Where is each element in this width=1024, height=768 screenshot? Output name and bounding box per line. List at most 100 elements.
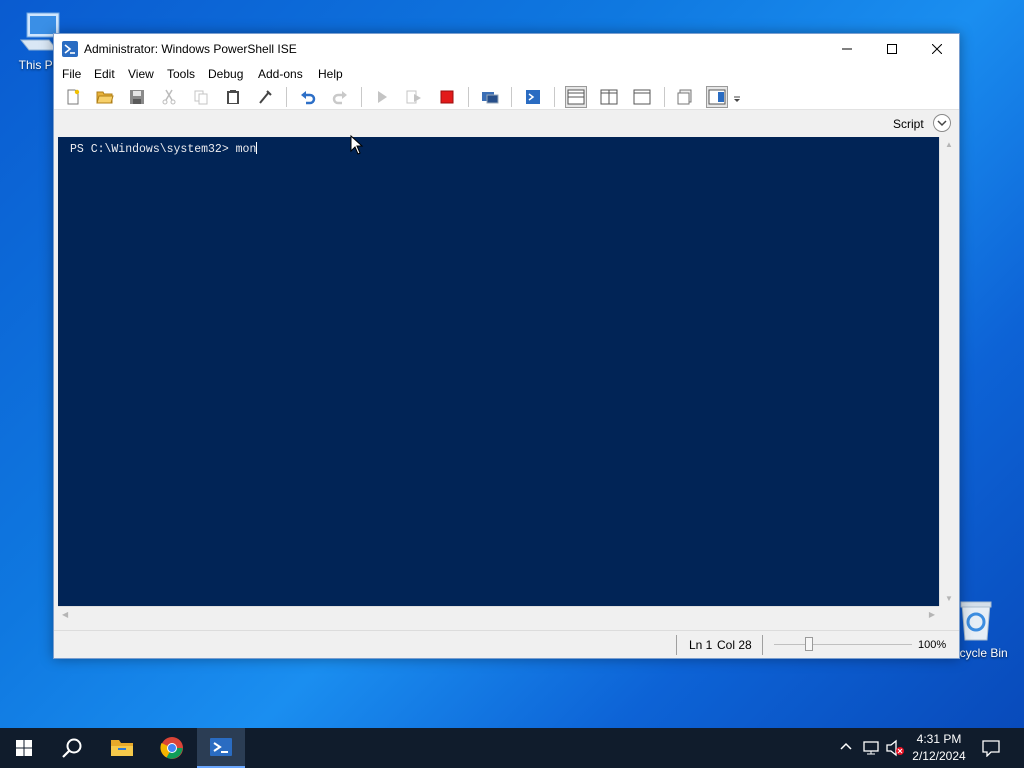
show-command-window-icon	[677, 89, 692, 105]
show-command-window-button[interactable]	[674, 86, 696, 108]
zoom-slider[interactable]	[774, 644, 912, 645]
file-explorer-button[interactable]	[98, 728, 146, 768]
network-button[interactable]	[862, 739, 880, 760]
clear-console-icon	[259, 90, 272, 104]
network-icon	[863, 741, 879, 755]
redo-icon	[332, 91, 347, 105]
stop-operation-icon	[440, 90, 454, 104]
volume-muted-icon	[886, 739, 904, 757]
text-caret	[256, 142, 258, 154]
run-selection-button[interactable]	[403, 86, 425, 108]
close-button[interactable]	[914, 34, 960, 64]
copy-button[interactable]	[190, 86, 212, 108]
toolbar-separator	[554, 87, 555, 107]
show-script-pane-maximized-button[interactable]	[631, 86, 653, 108]
chrome-button[interactable]	[148, 728, 196, 768]
scroll-down-arrow-icon[interactable]: ▼	[945, 594, 953, 603]
run-script-icon	[378, 91, 387, 103]
search-icon	[62, 738, 82, 758]
clock-date[interactable]: 2/12/2024	[908, 749, 970, 763]
redo-button[interactable]	[329, 86, 351, 108]
show-command-addon-button[interactable]	[706, 86, 728, 108]
menu-tools[interactable]: Tools	[167, 67, 195, 81]
minimize-button[interactable]	[824, 34, 870, 64]
action-center-button[interactable]	[982, 739, 1000, 760]
save-button[interactable]	[126, 86, 148, 108]
show-command-addon-icon	[708, 89, 726, 105]
console-prompt: PS C:\Windows\system32>	[70, 143, 236, 156]
menu-view[interactable]: View	[128, 67, 154, 81]
search-button[interactable]	[48, 728, 96, 768]
toolbar	[54, 84, 959, 110]
scroll-right-arrow-icon[interactable]: ▶	[929, 610, 935, 619]
new-script-button[interactable]	[62, 86, 84, 108]
copy-icon	[194, 90, 208, 105]
show-script-pane-right-button[interactable]	[598, 86, 620, 108]
console-line: PS C:\Windows\system32> mon	[70, 142, 258, 156]
start-powershell-exe-button[interactable]	[522, 86, 544, 108]
paste-button[interactable]	[222, 86, 244, 108]
toolbar-separator	[511, 87, 512, 107]
window-title: Administrator: Windows PowerShell ISE	[84, 42, 297, 56]
open-icon	[96, 91, 114, 104]
toolbar-separator	[468, 87, 469, 107]
console-pane[interactable]: PS C:\Windows\system32> mon	[58, 137, 939, 606]
start-button[interactable]	[0, 728, 48, 768]
show-script-pane-top-button[interactable]	[565, 86, 587, 108]
undo-icon	[301, 91, 316, 105]
new-script-icon	[67, 89, 80, 105]
title-bar[interactable]: Administrator: Windows PowerShell ISE	[54, 34, 959, 64]
menu-debug[interactable]: Debug	[208, 67, 243, 81]
console-input[interactable]: mon	[236, 143, 257, 156]
script-pane-toggle-button[interactable]	[933, 114, 951, 132]
zoom-slider-thumb[interactable]	[804, 637, 813, 651]
clock-time[interactable]: 4:31 PM	[912, 732, 966, 746]
show-hidden-icons-button[interactable]	[839, 740, 853, 757]
horizontal-scrollbar[interactable]: ◀ ▶	[58, 606, 939, 623]
powershell-ise-icon	[62, 41, 78, 57]
powershell-ise-icon	[210, 738, 232, 756]
volume-button[interactable]	[885, 739, 905, 760]
paste-icon	[227, 90, 239, 104]
maximize-icon	[887, 44, 897, 54]
show-script-pane-right-icon	[600, 89, 618, 105]
scroll-up-arrow-icon[interactable]: ▲	[945, 140, 953, 149]
status-separator	[762, 635, 763, 655]
show-script-pane-maximized-icon	[633, 89, 651, 105]
show-hidden-icons-icon	[840, 742, 852, 750]
new-remote-powershell-tab-icon	[482, 92, 499, 104]
new-remote-powershell-tab-button[interactable]	[479, 86, 501, 108]
powershell-ise-taskbar-button[interactable]	[197, 728, 245, 768]
maximize-button[interactable]	[869, 34, 915, 64]
script-pane-bar: Script	[54, 111, 959, 136]
open-button[interactable]	[94, 86, 116, 108]
toolbar-separator	[664, 87, 665, 107]
powershell-ise-window: Administrator: Windows PowerShell ISE Fi…	[53, 33, 960, 659]
menu-add-ons[interactable]: Add-ons	[258, 67, 303, 81]
cut-button[interactable]	[158, 86, 180, 108]
toolbar-separator	[286, 87, 287, 107]
clear-console-button[interactable]	[254, 86, 276, 108]
line-number: Ln 1	[689, 638, 713, 652]
menu-file[interactable]: File	[62, 67, 81, 81]
status-bar: Ln 1 Col 28 100%	[54, 630, 959, 658]
run-script-button[interactable]	[371, 86, 393, 108]
action-center-icon	[982, 740, 1000, 758]
close-icon	[932, 44, 942, 54]
toolbar-overflow-button[interactable]	[731, 86, 743, 108]
minimize-icon	[842, 48, 852, 50]
toolbar-separator	[361, 87, 362, 107]
undo-button[interactable]	[297, 86, 319, 108]
stop-operation-button[interactable]	[436, 86, 458, 108]
recycle-bin-icon	[960, 601, 992, 641]
scroll-left-arrow-icon[interactable]: ◀	[62, 610, 68, 619]
menu-edit[interactable]: Edit	[94, 67, 115, 81]
file-explorer-icon	[111, 740, 133, 756]
zoom-level: 100%	[918, 639, 947, 651]
script-pane-label[interactable]: Script	[893, 117, 924, 131]
vertical-scrollbar[interactable]: ▲ ▼	[939, 137, 957, 606]
start-icon	[16, 740, 32, 756]
chrome-icon	[160, 737, 183, 759]
chevron-down-icon	[937, 120, 947, 127]
menu-help[interactable]: Help	[318, 67, 343, 81]
